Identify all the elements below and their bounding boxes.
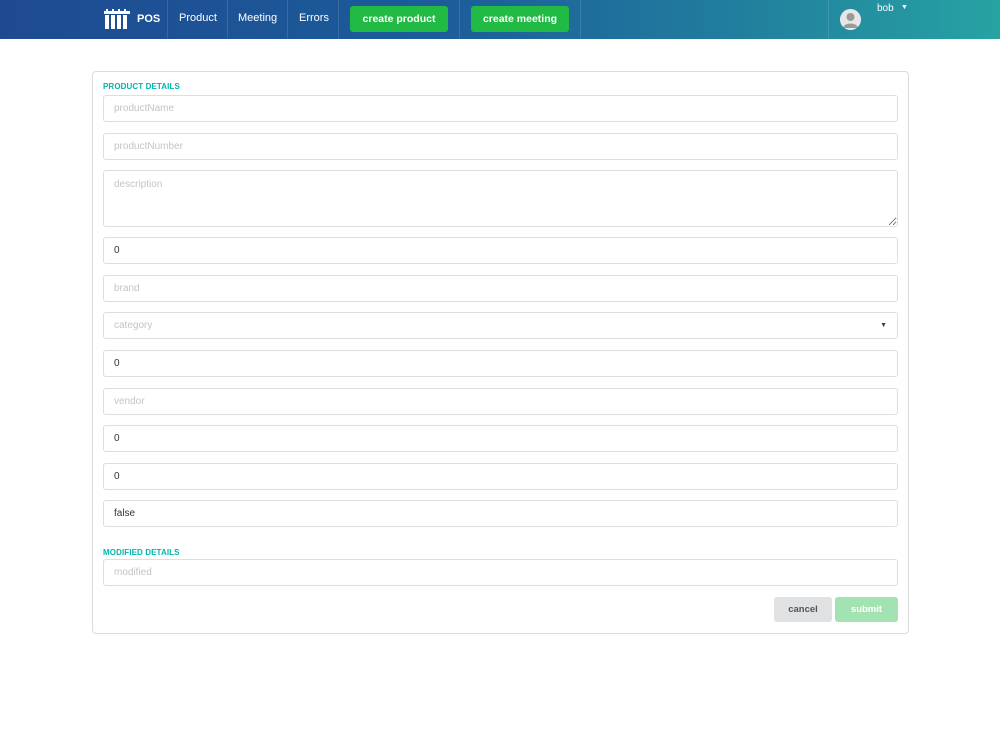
submit-button[interactable]: submit [835, 597, 898, 622]
user-avatar-icon[interactable] [840, 9, 861, 30]
brand-input[interactable] [103, 275, 898, 302]
top-navbar: POS Product Meeting Errors create produc… [0, 0, 1000, 39]
nav-divider [338, 0, 339, 39]
caret-down-icon[interactable]: ▼ [901, 4, 908, 11]
brand[interactable]: POS [104, 8, 160, 30]
brand-name: POS [137, 13, 161, 25]
nav-link-errors[interactable]: Errors [299, 12, 329, 24]
nav-divider [459, 0, 460, 39]
category-select[interactable]: category ▼ [103, 312, 898, 339]
nav-divider [167, 0, 168, 39]
product-name-input[interactable] [103, 95, 898, 122]
category-select-placeholder: category [114, 320, 153, 331]
nav-link-meeting[interactable]: Meeting [238, 12, 277, 24]
nav-divider [287, 0, 288, 39]
nav-divider [828, 0, 829, 39]
columns-logo-icon [104, 9, 130, 29]
nav-link-product[interactable]: Product [179, 12, 217, 24]
product-form-card: PRODUCT DETAILS category ▼ MODIFIED DETA… [92, 71, 909, 634]
nav-divider [227, 0, 228, 39]
product-details-label: PRODUCT DETAILS [103, 82, 180, 91]
modified-details-label: MODIFIED DETAILS [103, 548, 180, 557]
numeric-field-3[interactable] [103, 425, 898, 452]
vendor-input[interactable] [103, 388, 898, 415]
numeric-field-4[interactable] [103, 463, 898, 490]
cancel-button[interactable]: cancel [774, 597, 832, 622]
product-number-input[interactable] [103, 133, 898, 160]
description-textarea[interactable] [103, 170, 898, 227]
boolean-field[interactable] [103, 500, 898, 527]
numeric-field-2[interactable] [103, 350, 898, 377]
create-meeting-button[interactable]: create meeting [471, 6, 569, 32]
nav-divider [580, 0, 581, 39]
create-product-button[interactable]: create product [350, 6, 448, 32]
user-name[interactable]: bob [877, 3, 894, 14]
modified-input[interactable] [103, 559, 898, 586]
numeric-field-1[interactable] [103, 237, 898, 264]
caret-down-icon: ▼ [880, 322, 887, 329]
